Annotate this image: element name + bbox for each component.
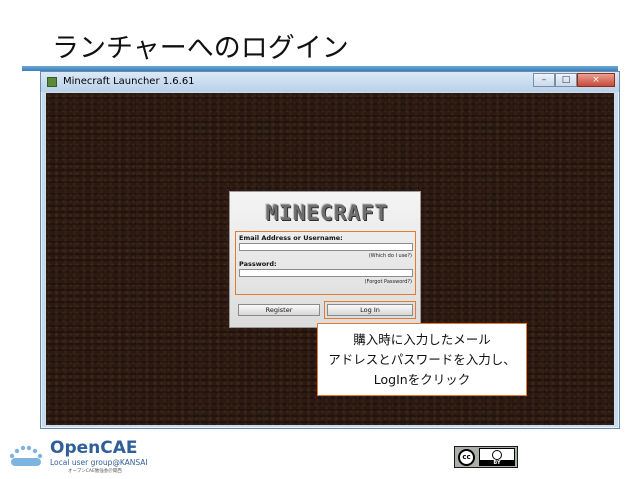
log-in-button[interactable]: Log In	[327, 304, 413, 316]
by-label: BY	[480, 460, 514, 466]
login-panel: MINECRAFT Email Address or Username: (Wh…	[229, 191, 421, 328]
minimize-button[interactable]: –	[533, 73, 555, 87]
window-title: Minecraft Launcher 1.6.61	[63, 76, 195, 87]
hands-icon	[9, 445, 43, 466]
window-controls: – □ ×	[533, 73, 615, 89]
email-label: Email Address or Username:	[239, 234, 343, 242]
register-button[interactable]: Register	[238, 304, 320, 316]
brand-subtitle-ja: オープンCAE勉強会＠関西	[68, 469, 122, 474]
credentials-highlight-box: Email Address or Username: (Which do I u…	[235, 231, 416, 295]
which-do-i-use-link[interactable]: (Which do I use?)	[369, 253, 412, 259]
window-titlebar[interactable]: Minecraft Launcher 1.6.61 – □ ×	[41, 72, 619, 92]
person-icon	[492, 450, 502, 460]
minecraft-app-icon	[47, 77, 57, 87]
cc-by-license-badge: cc BY	[454, 446, 518, 468]
email-field[interactable]	[239, 243, 413, 251]
password-label: Password:	[239, 260, 277, 268]
instruction-callout: 購入時に入力したメール アドレスとパスワードを入力し、 LogInをクリック	[317, 323, 527, 396]
callout-line-1: 購入時に入力したメール	[353, 332, 491, 347]
forgot-password-link[interactable]: (Forgot Password?)	[365, 279, 412, 285]
cc-icon: cc	[458, 448, 475, 466]
by-icon: BY	[479, 448, 515, 466]
password-field[interactable]	[239, 269, 413, 277]
brand-name: OpenCAE	[50, 438, 138, 458]
brand-subtitle: Local user group@KANSAI	[50, 458, 148, 467]
close-button[interactable]: ×	[577, 73, 615, 87]
callout-line-3: LogInをクリック	[373, 372, 471, 387]
minecraft-logo: MINECRAFT	[242, 199, 412, 227]
opencae-logo: OpenCAE Local user group@KANSAI オープンCAE勉…	[8, 436, 158, 476]
slide-title: ランチャーへのログイン	[52, 33, 349, 64]
minecraft-logo-text: MINECRAFT	[265, 201, 389, 225]
callout-line-2: アドレスとパスワードを入力し、	[328, 352, 516, 367]
maximize-button[interactable]: □	[555, 73, 577, 87]
